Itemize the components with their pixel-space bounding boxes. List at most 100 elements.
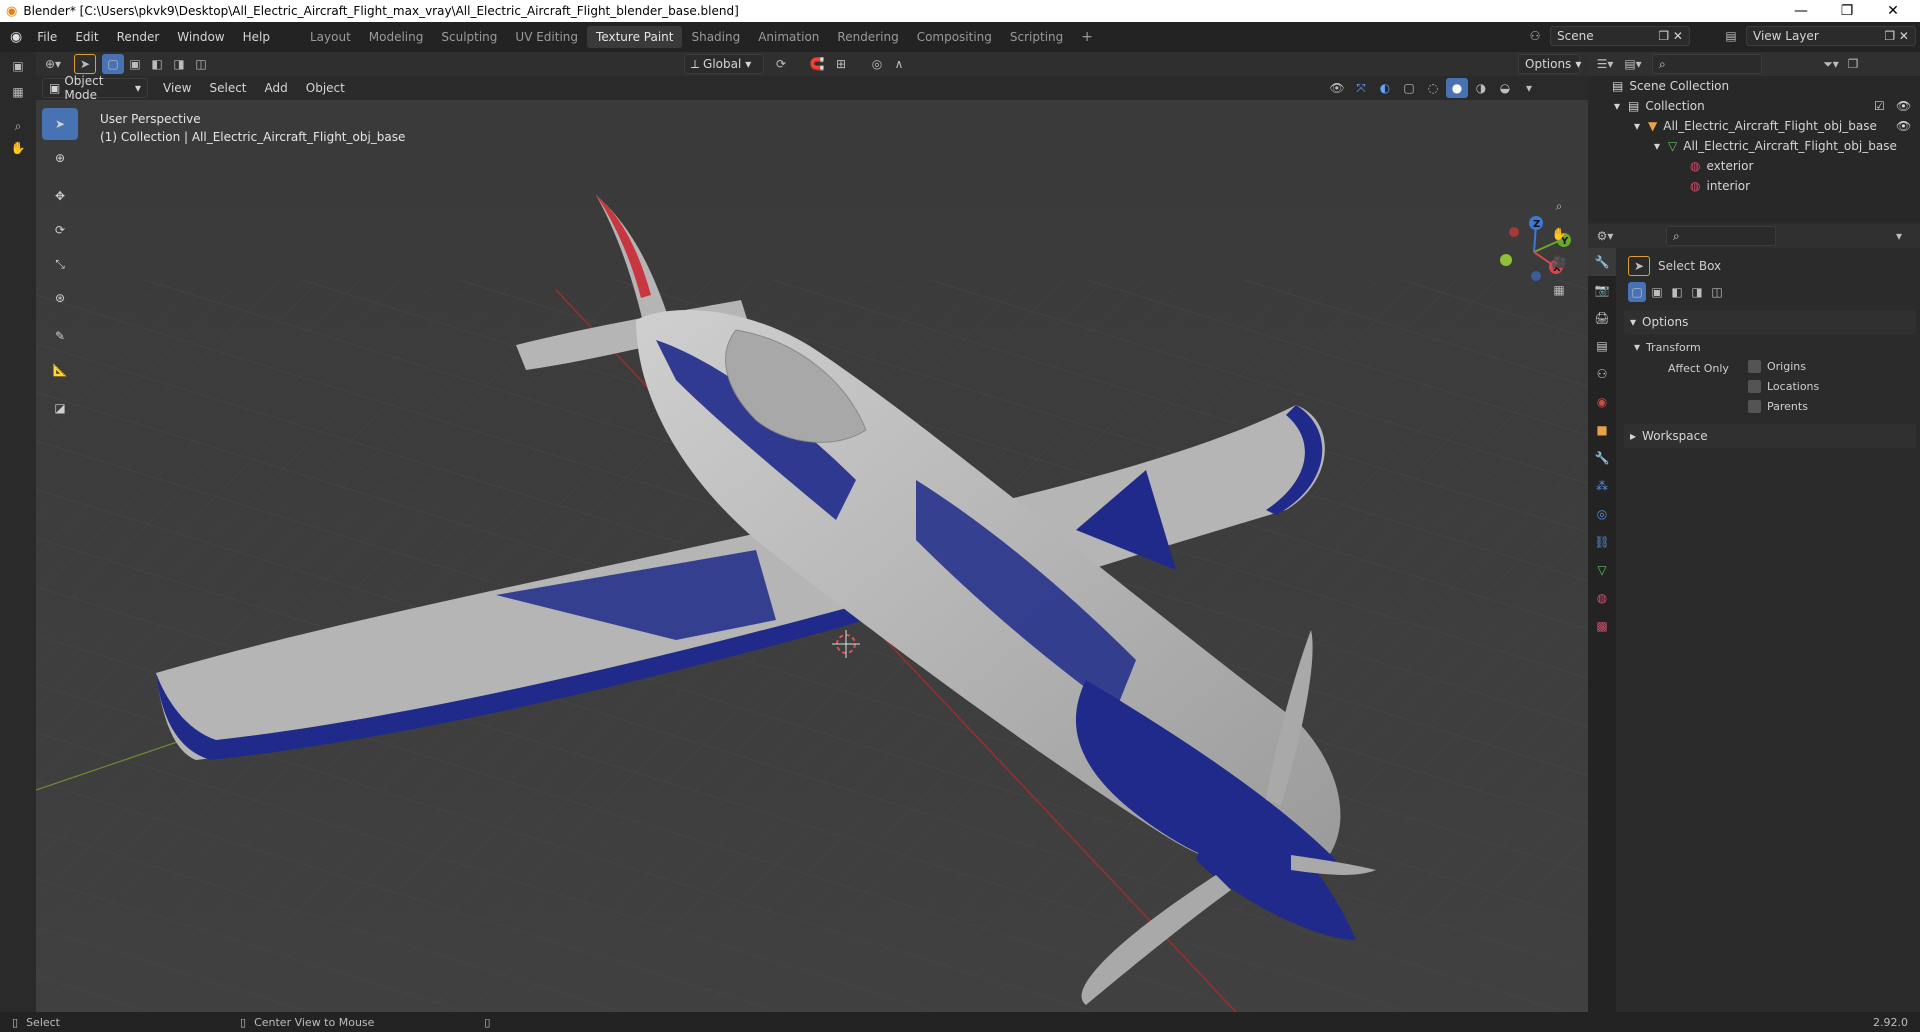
scene-tab-icon[interactable]: ⚇ <box>1588 360 1616 388</box>
view-layer-tab-icon[interactable]: ▤ <box>1588 332 1616 360</box>
view-layer-icon[interactable]: ▤ <box>1720 26 1742 46</box>
solid-shading-icon[interactable]: ● <box>1446 78 1468 98</box>
mode-subtract-icon[interactable]: ◧ <box>1668 282 1686 302</box>
pan-hand-icon[interactable]: ✋ <box>1548 224 1570 244</box>
transform-tool[interactable]: ⊛ <box>42 282 78 314</box>
select-mode-intersect-icon[interactable]: ◫ <box>190 54 212 74</box>
add-workspace-icon[interactable]: + <box>1072 26 1102 48</box>
mode-extend-icon[interactable]: ▣ <box>1648 282 1666 302</box>
physics-tab-icon[interactable]: ◎ <box>1588 500 1616 528</box>
menu-render[interactable]: Render <box>108 22 169 52</box>
shading-options-icon[interactable]: ▾ <box>1518 78 1540 98</box>
object-tab-icon[interactable]: ■ <box>1588 416 1616 444</box>
new-collection-icon[interactable]: ❐ <box>1842 54 1864 74</box>
minimize-button[interactable]: — <box>1778 0 1824 22</box>
tab-shading[interactable]: Shading <box>682 26 749 48</box>
maximize-button[interactable]: ❐ <box>1824 0 1870 22</box>
scene-icon[interactable]: ⚇ <box>1524 26 1546 46</box>
gizmo-neg-z-icon[interactable] <box>1531 271 1541 281</box>
zoom-icon[interactable]: ⌕ <box>1548 196 1570 216</box>
proportional-edit-icon[interactable]: ◎ <box>866 54 888 74</box>
close-button[interactable]: ✕ <box>1870 0 1916 22</box>
mode-invert-icon[interactable]: ◨ <box>1688 282 1706 302</box>
tab-animation[interactable]: Animation <box>749 26 828 48</box>
menu-file[interactable]: File <box>28 22 66 52</box>
outliner-row-material-exterior[interactable]: ◍ exterior <box>1690 156 1920 176</box>
visibility-icon[interactable]: 👁 <box>1326 78 1348 98</box>
measure-tool[interactable]: 📐 <box>42 354 78 386</box>
viewport-menu-select[interactable]: Select <box>200 76 255 100</box>
include-checkbox-icon[interactable]: ☑ <box>1874 99 1885 113</box>
select-mode-invert-icon[interactable]: ◨ <box>168 54 190 74</box>
filter-icon[interactable]: ⏷▾ <box>1820 54 1842 74</box>
viewport-menu-object[interactable]: Object <box>297 76 354 100</box>
select-mode-new-icon[interactable]: ▢ <box>102 54 124 74</box>
zoom-side-icon[interactable]: ⌕ <box>7 116 29 136</box>
move-tool[interactable]: ✥ <box>42 180 78 212</box>
tab-sculpting[interactable]: Sculpting <box>432 26 506 48</box>
outliner-row-scene-collection[interactable]: ▤ Scene Collection <box>1612 76 1920 96</box>
checkbox-icon[interactable] <box>1748 400 1761 413</box>
tool-tab-icon[interactable]: 🔧 <box>1588 248 1616 276</box>
expand-arrow-icon[interactable]: ▾ <box>1634 119 1640 133</box>
eye-icon[interactable]: 👁 <box>1896 119 1911 133</box>
expand-arrow-icon[interactable]: ▾ <box>1654 139 1660 153</box>
rotate-tool[interactable]: ⟳ <box>42 214 78 246</box>
texture-tab-icon[interactable]: ▩ <box>1588 612 1616 640</box>
snap-target-icon[interactable]: ⊞ <box>830 54 852 74</box>
gizmo-neg-y-icon[interactable] <box>1500 254 1512 266</box>
outliner-search-input[interactable]: ⌕ <box>1652 54 1762 74</box>
mode-set-icon[interactable]: ▢ <box>1628 282 1646 302</box>
properties-search-input[interactable]: ⌕ <box>1666 226 1776 246</box>
editor-type-icon[interactable]: ▣ <box>7 56 29 76</box>
outliner-row-object[interactable]: ▾ ▼ All_Electric_Aircraft_Flight_obj_bas… <box>1634 116 1920 136</box>
tool-settings-icon[interactable]: ⊕▾ <box>42 54 64 74</box>
eye-icon[interactable]: 👁 <box>1896 99 1911 113</box>
properties-editor-icon[interactable]: ⚙▾ <box>1594 226 1616 246</box>
ortho-toggle-icon[interactable]: ▦ <box>1548 280 1570 300</box>
material-tab-icon[interactable]: ◍ <box>1588 584 1616 612</box>
options-panel-header[interactable]: ▾ Options <box>1624 310 1916 334</box>
annotate-tool[interactable]: ✎ <box>42 320 78 352</box>
display-mode-icon[interactable]: ▤▾ <box>1622 54 1644 74</box>
camera-view-icon[interactable]: 🎥 <box>1548 252 1570 272</box>
outliner-row-collection[interactable]: ▾ ▤ Collection ☑ 👁 <box>1614 96 1920 116</box>
gizmo-toggle-icon[interactable]: ⤧ <box>1350 78 1372 98</box>
add-cube-tool[interactable]: ◪ <box>42 392 78 424</box>
object-mode-dropdown[interactable]: ▣ Object Mode ▾ <box>42 74 148 102</box>
scale-tool[interactable]: ⤡ <box>42 248 78 280</box>
3d-viewport[interactable]: Z Y X User Perspective (1) Collection | … <box>36 100 1588 1012</box>
expand-arrow-icon[interactable]: ▾ <box>1614 99 1620 113</box>
locations-checkbox[interactable]: Locations <box>1748 380 1819 393</box>
scene-new-icon[interactable]: ❐ ✕ <box>1658 29 1683 43</box>
select-tool-icon[interactable]: ➤ <box>74 54 96 74</box>
texture-slot-icon[interactable]: ▦ <box>7 82 29 102</box>
tab-compositing[interactable]: Compositing <box>908 26 1001 48</box>
parents-checkbox[interactable]: Parents <box>1748 400 1808 413</box>
viewport-menu-view[interactable]: View <box>154 76 200 100</box>
tab-texture-paint[interactable]: Texture Paint <box>587 26 683 48</box>
xray-icon[interactable]: ▢ <box>1398 78 1420 98</box>
scene-field[interactable]: Scene ❐ ✕ <box>1550 26 1690 46</box>
cursor-tool[interactable]: ⊕ <box>42 142 78 174</box>
workspace-panel-header[interactable]: ▸ Workspace <box>1624 424 1916 448</box>
snap-icon[interactable]: 🧲 <box>806 54 828 74</box>
origins-checkbox[interactable]: Origins <box>1748 360 1806 373</box>
transform-orientation-dropdown[interactable]: ⟂ Global ▾ <box>684 54 764 74</box>
select-box-tool[interactable]: ➤ <box>42 108 78 140</box>
transform-subpanel-header[interactable]: ▾ Transform <box>1634 336 1920 358</box>
gizmo-neg-x-icon[interactable] <box>1509 227 1519 237</box>
rendered-shading-icon[interactable]: ◒ <box>1494 78 1516 98</box>
data-tab-icon[interactable]: ▽ <box>1588 556 1616 584</box>
menu-window[interactable]: Window <box>168 22 233 52</box>
tab-modeling[interactable]: Modeling <box>360 26 433 48</box>
viewport-menu-add[interactable]: Add <box>256 76 297 100</box>
view-layer-field[interactable]: View Layer ❐ ✕ <box>1746 26 1916 46</box>
output-tab-icon[interactable]: 🖨 <box>1588 304 1616 332</box>
select-mode-extend-icon[interactable]: ▣ <box>124 54 146 74</box>
menu-edit[interactable]: Edit <box>66 22 107 52</box>
options-dropdown[interactable]: Options ▾ <box>1518 54 1581 74</box>
outliner-row-mesh[interactable]: ▾ ▽ All_Electric_Aircraft_Flight_obj_bas… <box>1654 136 1920 156</box>
pivot-point-icon[interactable]: ⟳ <box>770 54 792 74</box>
checkbox-icon[interactable] <box>1748 380 1761 393</box>
